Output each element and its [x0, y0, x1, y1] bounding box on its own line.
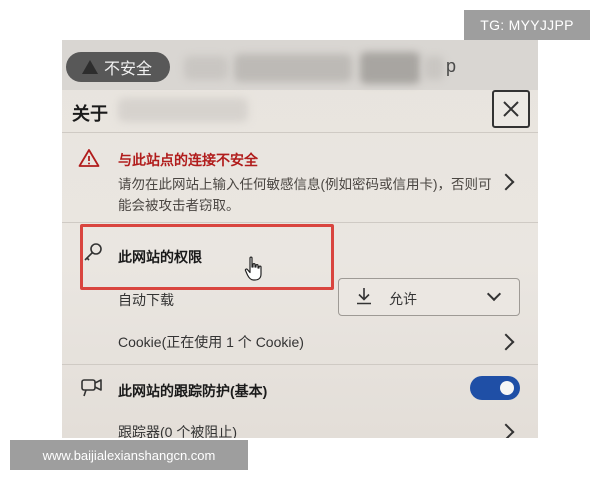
- cookie-item[interactable]: Cookie(正在使用 1 个 Cookie): [118, 332, 304, 352]
- divider: [62, 364, 538, 365]
- warning-icon: [82, 60, 98, 74]
- auto-download-select[interactable]: 允许: [338, 278, 520, 316]
- chevron-right-icon[interactable]: [497, 423, 515, 438]
- close-icon: [503, 101, 519, 117]
- blurred-url: [234, 54, 352, 82]
- warning-icon: [78, 148, 100, 173]
- blurred-site-name: [118, 98, 248, 122]
- tracking-prevention-title: 此网站的跟踪防护(基本): [118, 383, 268, 399]
- tracking-prevention-icon: [80, 376, 104, 403]
- trackers-item[interactable]: 跟踪器(0 个被阻止): [118, 422, 237, 438]
- url-text[interactable]: p: [446, 56, 456, 77]
- auto-download-label: 自动下载: [118, 292, 174, 308]
- blurred-url: [360, 52, 420, 84]
- highlight-annotation: [80, 224, 334, 290]
- auto-download-value: 允许: [389, 291, 417, 307]
- connection-warning-title: 与此站点的连接不安全: [118, 152, 258, 168]
- watermark-bottom: www.baijialexianshangcn.com: [10, 440, 248, 470]
- toggle-knob: [500, 381, 514, 395]
- chevron-down-icon: [486, 286, 502, 302]
- security-indicator-button[interactable]: 不安全: [66, 52, 170, 82]
- security-label: 不安全: [104, 61, 153, 78]
- connection-warning-description: 请勿在此网站上输入任何敏感信息(例如密码或信用卡)，否则可能会被攻击者窃取。: [118, 177, 492, 213]
- tracking-prevention-toggle[interactable]: [470, 376, 520, 400]
- watermark-top: TG: MYYJJPP: [464, 10, 590, 40]
- chevron-right-icon[interactable]: [497, 333, 515, 351]
- address-bar: 不安全 p: [62, 40, 538, 90]
- download-icon: [355, 287, 373, 310]
- blurred-url: [424, 56, 444, 80]
- hand-cursor-icon: [244, 256, 264, 287]
- blurred-url: [184, 56, 228, 80]
- divider: [62, 222, 538, 223]
- browser-photo: 不安全 p 关于 与此站点的连接不安全 请勿在此网站上输入任何敏感信息(例如密码…: [62, 40, 538, 438]
- close-button[interactable]: [492, 90, 530, 128]
- panel-title: 关于: [72, 104, 108, 124]
- divider: [62, 132, 538, 133]
- chevron-right-icon[interactable]: [497, 173, 515, 191]
